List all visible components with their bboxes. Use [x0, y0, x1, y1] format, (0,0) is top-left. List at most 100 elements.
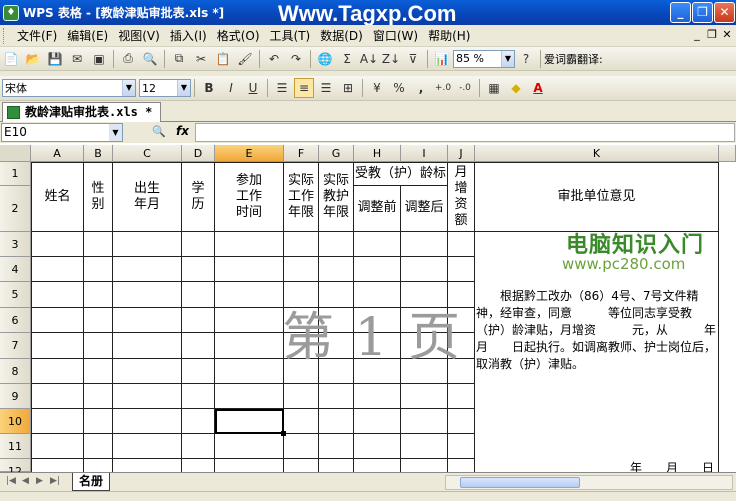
restore-button[interactable]: ❐ — [692, 2, 713, 23]
menu-data[interactable]: 数据(D) — [315, 27, 368, 44]
table-cell[interactable] — [215, 308, 284, 333]
table-cell[interactable] — [319, 409, 354, 434]
table-cell[interactable] — [182, 459, 215, 472]
cut-icon[interactable]: ✂ — [191, 49, 211, 69]
menu-edit[interactable]: 编辑(E) — [62, 27, 113, 44]
table-cell[interactable] — [32, 282, 84, 308]
table-cell[interactable] — [284, 232, 319, 257]
row-header[interactable]: 2 — [0, 186, 31, 232]
comma-button[interactable]: , — [411, 78, 431, 98]
table-cell[interactable] — [32, 359, 84, 384]
table-cell[interactable] — [448, 384, 475, 409]
column-header[interactable]: C — [113, 145, 182, 162]
header-before[interactable]: 调整前 — [354, 186, 401, 232]
align-center-icon[interactable]: ≡ — [294, 78, 314, 98]
paste-icon[interactable]: 📋 — [213, 49, 233, 69]
border-icon[interactable]: ▦ — [484, 78, 504, 98]
table-cell[interactable] — [113, 359, 182, 384]
redo-icon[interactable]: ↷ — [286, 49, 306, 69]
pdf-icon[interactable]: ▣ — [89, 49, 109, 69]
table-cell[interactable] — [32, 384, 84, 409]
table-cell[interactable] — [401, 384, 448, 409]
close-button[interactable]: ✕ — [714, 2, 735, 23]
doc-close-icon[interactable]: ✕ — [720, 28, 734, 41]
table-cell[interactable] — [215, 282, 284, 308]
table-cell[interactable] — [113, 308, 182, 333]
chevron-down-icon[interactable]: ▼ — [109, 124, 122, 141]
table-cell[interactable] — [182, 282, 215, 308]
table-cell[interactable] — [215, 384, 284, 409]
copy-icon[interactable]: ⧉ — [169, 49, 189, 69]
prev-sheet-icon[interactable]: ◀ — [22, 476, 29, 486]
table-cell[interactable] — [354, 409, 401, 434]
menu-file[interactable]: 文件(F) — [12, 27, 62, 44]
undo-icon[interactable]: ↶ — [264, 49, 284, 69]
scrollbar-thumb[interactable] — [460, 477, 580, 488]
font-select[interactable]: 宋体 ▼ — [2, 79, 136, 97]
table-cell[interactable] — [84, 409, 113, 434]
column-header[interactable]: B — [84, 145, 113, 162]
fill-handle[interactable] — [281, 431, 286, 436]
row-header[interactable]: 8 — [0, 359, 31, 384]
table-cell[interactable] — [401, 434, 448, 459]
increase-decimal-icon[interactable]: +.0 — [433, 78, 453, 98]
table-cell[interactable] — [319, 384, 354, 409]
table-cell[interactable] — [32, 333, 84, 359]
table-cell[interactable] — [215, 459, 284, 472]
table-cell[interactable] — [113, 333, 182, 359]
table-cell[interactable] — [182, 384, 215, 409]
print-icon[interactable]: ⎙ — [118, 49, 138, 69]
document-tab[interactable]: 教龄津贴审批表.xls * — [2, 102, 162, 122]
table-cell[interactable] — [84, 257, 113, 282]
table-cell[interactable] — [284, 434, 319, 459]
table-cell[interactable] — [354, 384, 401, 409]
table-cell[interactable] — [113, 282, 182, 308]
table-cell[interactable] — [354, 257, 401, 282]
name-box[interactable]: E10 ▼ — [1, 123, 123, 142]
hyperlink-icon[interactable]: 🌐 — [315, 49, 335, 69]
table-cell[interactable] — [354, 459, 401, 472]
row-header[interactable]: 7 — [0, 333, 31, 359]
chevron-down-icon[interactable]: ▼ — [177, 80, 190, 96]
sort-desc-icon[interactable]: Z↓ — [381, 49, 401, 69]
table-cell[interactable] — [182, 257, 215, 282]
formula-input[interactable] — [195, 123, 735, 142]
header-work-years[interactable]: 实际工作年限 — [284, 163, 319, 232]
row-header[interactable]: 1 — [0, 162, 31, 186]
email-icon[interactable]: ✉ — [67, 49, 87, 69]
table-cell[interactable] — [32, 434, 84, 459]
column-header[interactable]: A — [31, 145, 84, 162]
row-header[interactable]: 3 — [0, 232, 31, 257]
table-cell[interactable] — [215, 232, 284, 257]
column-header-selected[interactable]: E — [215, 145, 284, 162]
table-cell[interactable] — [32, 232, 84, 257]
table-cell[interactable] — [354, 434, 401, 459]
sheet-tab[interactable]: 名册 — [72, 473, 111, 491]
column-header-overflow[interactable] — [719, 145, 736, 162]
next-sheet-icon[interactable]: ▶ — [36, 476, 43, 486]
currency-icon[interactable]: ¥ — [367, 78, 387, 98]
header-join-time[interactable]: 参加工作时间 — [215, 163, 284, 232]
menu-help[interactable]: 帮助(H) — [423, 27, 475, 44]
menu-insert[interactable]: 插入(I) — [165, 27, 212, 44]
table-cell[interactable] — [215, 333, 284, 359]
italic-button[interactable]: I — [221, 78, 241, 98]
header-education[interactable]: 学历 — [182, 163, 215, 232]
column-header[interactable]: I — [401, 145, 448, 162]
doc-restore-icon[interactable]: ❐ — [705, 28, 719, 41]
table-cell[interactable] — [84, 359, 113, 384]
menu-window[interactable]: 窗口(W) — [368, 27, 423, 44]
table-cell[interactable] — [32, 257, 84, 282]
bold-button[interactable]: B — [199, 78, 219, 98]
menu-view[interactable]: 视图(V) — [113, 27, 165, 44]
table-cell[interactable] — [401, 232, 448, 257]
menu-grip[interactable] — [3, 27, 6, 44]
column-header[interactable]: D — [182, 145, 215, 162]
row-header-selected[interactable]: 10 — [0, 409, 31, 434]
row-header[interactable]: 9 — [0, 384, 31, 409]
table-cell[interactable] — [84, 434, 113, 459]
merge-center-icon[interactable]: ⊞ — [338, 78, 358, 98]
table-cell[interactable] — [32, 308, 84, 333]
row-header[interactable]: 5 — [0, 282, 31, 308]
align-right-icon[interactable]: ☰ — [316, 78, 336, 98]
